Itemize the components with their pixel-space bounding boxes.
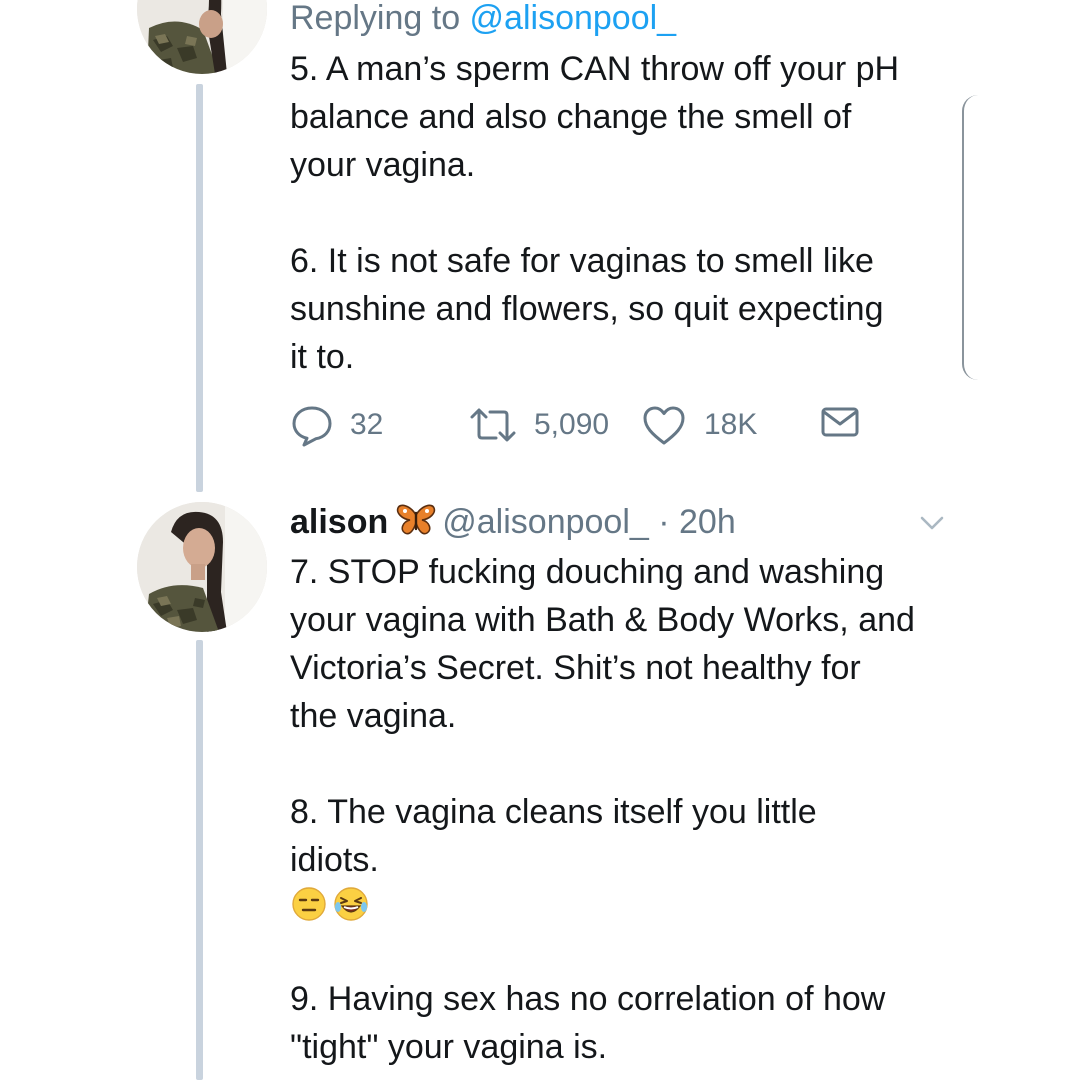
thread-line-bottom [196, 640, 203, 1080]
like-button[interactable]: 18K [640, 400, 757, 450]
reply-count: 32 [350, 408, 384, 441]
retweet-icon [468, 403, 518, 447]
replying-to-line: Replying to @alisonpool_ [290, 0, 676, 40]
avatar[interactable] [137, 502, 267, 632]
expressionless-face-icon [290, 885, 328, 928]
laughing-face-icon [332, 885, 370, 928]
emoji-row [290, 885, 370, 928]
retweet-count: 5,090 [534, 408, 610, 441]
speech-bubble-icon [290, 403, 334, 447]
replying-to-label: Replying to [290, 0, 470, 37]
reply-button[interactable]: 32 [290, 400, 383, 450]
tweet-text: 7. STOP fucking douching and washing you… [290, 553, 915, 879]
tweet-text: 9. Having sex has no correlation of how … [290, 980, 886, 1066]
replying-to-handle-link[interactable]: @alisonpool_ [470, 0, 677, 37]
like-count: 18K [704, 408, 758, 441]
handle-link[interactable]: @alisonpool_ [442, 503, 649, 541]
butterfly-icon [396, 503, 436, 548]
tweet-header: alison @alisonpool_ · 20h [290, 500, 736, 548]
scrollbar[interactable] [962, 95, 984, 380]
envelope-icon [818, 400, 862, 444]
avatar[interactable] [137, 0, 267, 74]
tweet-text: 5. A man’s sperm CAN throw off your pH b… [290, 50, 900, 376]
chevron-down-icon[interactable] [918, 513, 946, 538]
retweet-button[interactable]: 5,090 [468, 400, 609, 450]
display-name[interactable]: alison [290, 503, 388, 541]
timestamp[interactable]: · 20h [649, 503, 736, 541]
direct-message-button[interactable] [818, 400, 862, 444]
heart-icon [640, 403, 688, 447]
thread-line-top [196, 84, 203, 492]
